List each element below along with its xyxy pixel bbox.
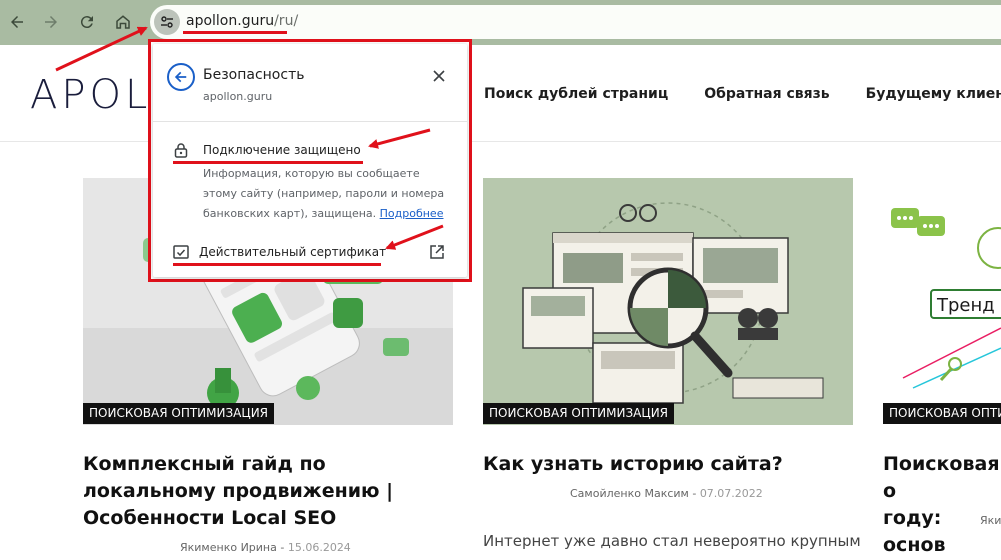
back-button[interactable] <box>167 63 195 91</box>
arrow-left-icon <box>174 71 187 83</box>
lock-icon <box>174 143 188 158</box>
main-nav: Поиск дублей страниц Обратная связь Буду… <box>484 86 1001 102</box>
article-title[interactable]: Поисковая о году: основ <box>883 451 1001 559</box>
popup-host: apollon.guru <box>203 90 273 103</box>
connection-status[interactable]: Подключение защищено <box>203 143 361 157</box>
arrow-left-icon <box>11 16 23 28</box>
certificate-icon <box>173 245 189 259</box>
certificate-status[interactable]: Действительный сертификат <box>199 245 386 259</box>
annotation-underline-url <box>183 31 287 34</box>
nav-item-future-client[interactable]: Будущему клиенту <box>866 86 1001 102</box>
article-author[interactable]: Яки <box>980 514 1001 527</box>
annotation-underline-certificate <box>173 263 381 266</box>
article-date: 07.07.2022 <box>699 487 763 500</box>
article-title[interactable]: Как узнать историю сайта? <box>483 451 853 478</box>
article-meta: Яки <box>980 514 1001 527</box>
popup-title: Безопасность <box>203 67 305 83</box>
article-date: 15.06.2024 <box>287 541 351 554</box>
category-badge[interactable]: ПОИСКОВАЯ ОПТИМИЗАЦИЯ <box>883 403 1001 424</box>
category-badge[interactable]: ПОИСКОВАЯ ОПТИМИЗАЦИЯ <box>483 403 675 424</box>
article-author[interactable]: Якименко Ирина <box>180 541 277 554</box>
article-image[interactable] <box>483 178 853 425</box>
security-popup: Безопасность apollon.guru Подключение за… <box>153 44 467 277</box>
site-logo[interactable]: APOL <box>30 72 151 118</box>
nav-item-feedback[interactable]: Обратная связь <box>704 86 829 102</box>
forward-button[interactable] <box>38 9 64 35</box>
article-image[interactable]: Тренд <box>883 178 1001 425</box>
close-icon <box>433 70 445 82</box>
article-author[interactable]: Самойленко Максим <box>570 487 689 500</box>
arrow-right-icon <box>45 16 57 28</box>
trends-illustration: Тренд <box>883 178 1001 425</box>
learn-more-link[interactable]: Подробнее <box>380 207 444 220</box>
url-path: /ru/ <box>274 13 299 29</box>
article-title[interactable]: Комплексный гайд по локальному продвижен… <box>83 451 453 532</box>
article-meta: Якименко Ирина - 15.06.2024 <box>180 541 351 554</box>
external-link-icon[interactable] <box>429 244 445 260</box>
url-host: apollon.guru <box>186 13 275 29</box>
close-button[interactable] <box>431 68 447 84</box>
reload-icon <box>80 16 93 29</box>
connection-description: Информация, которую вы сообщаете этому с… <box>203 164 453 224</box>
reload-button[interactable] <box>74 9 100 35</box>
home-icon <box>116 15 130 29</box>
article-excerpt: Интернет уже давно стал невероятно крупн… <box>483 532 861 550</box>
back-button[interactable] <box>4 9 30 35</box>
annotation-frame: Безопасность apollon.guru Подключение за… <box>148 39 472 282</box>
trends-label-art: Тренд <box>936 295 995 316</box>
site-info-button[interactable] <box>154 9 180 35</box>
site-history-illustration <box>483 178 853 425</box>
article-meta: Самойленко Максим - 07.07.2022 <box>570 487 763 500</box>
category-badge[interactable]: ПОИСКОВАЯ ОПТИМИЗАЦИЯ <box>83 403 275 424</box>
home-button[interactable] <box>110 9 136 35</box>
nav-item-duplicates[interactable]: Поиск дублей страниц <box>484 86 668 102</box>
url-text[interactable]: apollon.guru/ru/ <box>186 13 298 29</box>
divider <box>153 121 467 122</box>
article-card[interactable]: Тренд ПОИСКОВАЯ ОПТИМИЗАЦИЯ Поисковая ог… <box>883 178 1001 560</box>
tune-icon <box>161 16 173 28</box>
